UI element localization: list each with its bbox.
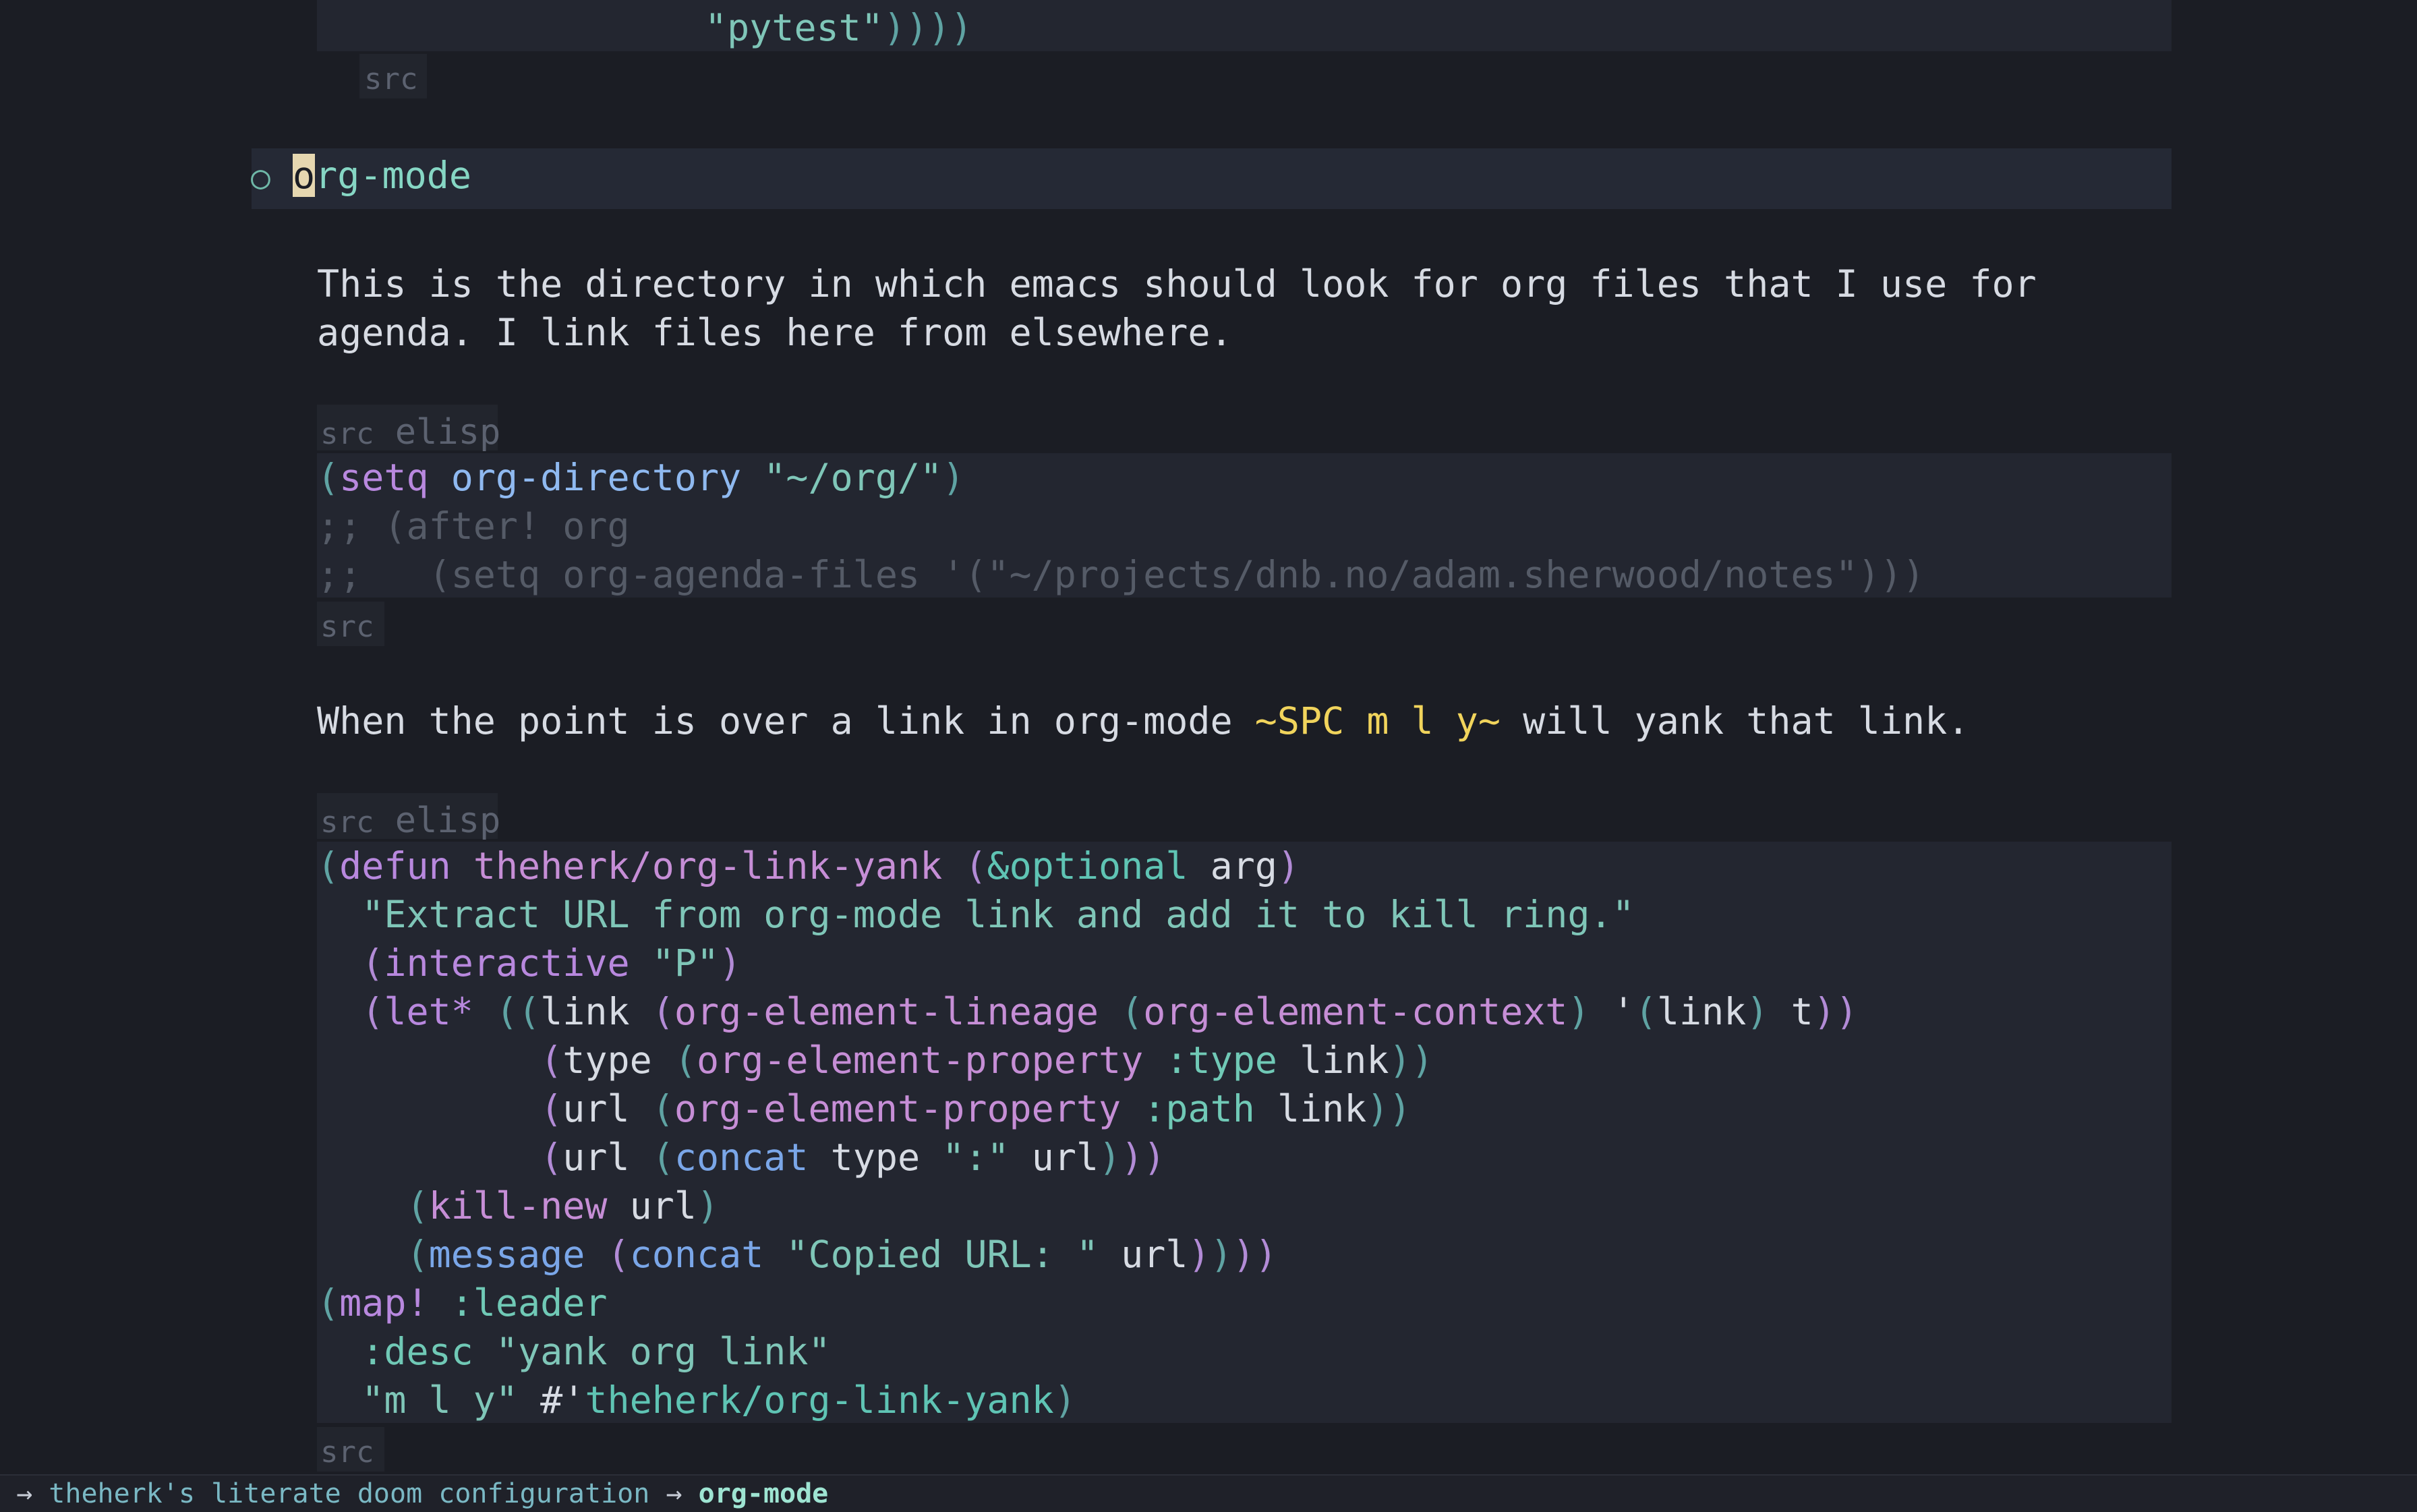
block1-line1[interactable]: (setq org-directory "~/org/") <box>317 453 964 502</box>
top-block-end-tag: src <box>364 62 418 96</box>
block2-line1[interactable]: (defun theherk/org-link-yank (&optional … <box>317 842 1300 890</box>
breadcrumb-section[interactable]: org-mode <box>699 1478 829 1509</box>
paragraph-link-yank: When the point is over a link in org-mod… <box>317 699 1970 743</box>
block1-end-tag: src <box>320 610 374 644</box>
breadcrumb-file[interactable]: theherk's literate doom configuration <box>49 1478 649 1509</box>
block2-line9[interactable]: (message (concat "Copied URL: " url)))) <box>317 1230 1277 1279</box>
keybinding-code: ~SPC m l y~ <box>1254 699 1501 743</box>
current-heading-highlight <box>252 148 2172 209</box>
text-cursor: o <box>293 154 316 197</box>
block1-line2-comment[interactable]: ;; (after! org <box>317 502 630 550</box>
breadcrumb-arrow-icon: → <box>16 1478 33 1509</box>
block2-line2[interactable]: "Extract URL from org-mode link and add … <box>317 890 1634 939</box>
heading-bullet-icon: ○ <box>251 158 270 196</box>
block2-end-tag: src <box>320 1435 374 1470</box>
block2-line11[interactable]: :desc "yank org link" <box>317 1327 830 1376</box>
top-code-line[interactable]: "pytest")))) <box>705 3 972 52</box>
paragraph-org-directory-line2: agenda. I link files here from elsewhere… <box>317 311 1233 354</box>
block2-line12[interactable]: "m l y" #'theherk/org-link-yank) <box>317 1376 1076 1424</box>
block1-line3-comment[interactable]: ;; (setq org-agenda-files '("~/projects/… <box>317 550 1925 599</box>
block2-line7[interactable]: (url (concat type ":" url))) <box>317 1133 1165 1182</box>
block1-header: src elisp <box>320 412 501 453</box>
block2-line3[interactable]: (interactive "P") <box>317 939 741 987</box>
paragraph-org-directory-line1: This is the directory in which emacs sho… <box>317 262 2037 306</box>
block2-line8[interactable]: (kill-new url) <box>317 1182 719 1230</box>
heading-org-mode[interactable]: ○ org-mode <box>251 151 471 202</box>
block2-line5[interactable]: (type (org-element-property :type link)) <box>317 1036 1434 1084</box>
block2-line10[interactable]: (map! :leader <box>317 1279 608 1327</box>
breadcrumb-arrow-icon: → <box>666 1478 682 1509</box>
block2-header: src elisp <box>320 801 501 841</box>
top-code-block-bg <box>317 0 2172 51</box>
block2-line6[interactable]: (url (org-element-property :path link)) <box>317 1084 1411 1133</box>
block2-line4[interactable]: (let* ((link (org-element-lineage (org-e… <box>317 987 1858 1036</box>
breadcrumb: → theherk's literate doom configuration … <box>0 1474 2417 1512</box>
